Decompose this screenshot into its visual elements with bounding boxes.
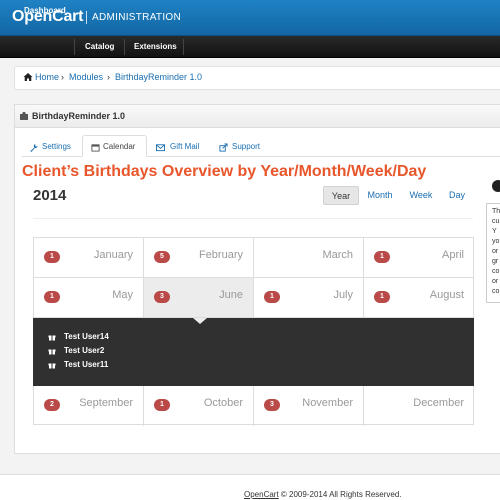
side-text-line: or — [492, 278, 499, 285]
breadcrumb-separator: › — [107, 72, 110, 82]
footer-opencart-link[interactable]: OpenCart — [244, 490, 279, 499]
birthday-count-badge: 1 — [154, 399, 170, 411]
birthday-count-badge: 1 — [44, 291, 60, 303]
brand-subtitle: ADMINISTRATION — [92, 12, 182, 23]
month-cell-september[interactable]: 2 September — [34, 386, 144, 426]
month-cell-november[interactable]: 3 November — [254, 386, 364, 426]
birthday-count-badge: 1 — [264, 291, 280, 303]
side-text-line: co — [492, 268, 500, 275]
gift-icon — [48, 349, 56, 355]
month-label: March — [322, 249, 353, 261]
view-month-button[interactable]: Month — [362, 186, 398, 205]
footer-text: © 2009-2014 All Rights Reserved. — [278, 490, 402, 499]
share-icon — [219, 143, 228, 152]
breadcrumb-modules[interactable]: Modules — [69, 72, 103, 82]
side-text-line: yo — [492, 238, 500, 245]
birthday-count-badge: 5 — [154, 251, 170, 263]
month-label: December — [413, 397, 464, 409]
brand-divider — [86, 11, 87, 24]
breadcrumb-current[interactable]: BirthdayReminder 1.0 — [115, 72, 202, 82]
view-day-button[interactable]: Day — [442, 186, 472, 205]
calendar-year-title: 2014 — [33, 187, 67, 204]
tab-settings[interactable]: Settings — [42, 142, 71, 151]
month-cell-december[interactable]: December — [364, 386, 474, 426]
side-text-line: co — [492, 288, 500, 295]
mail-icon — [156, 144, 165, 152]
event-item[interactable]: Test User2 — [64, 346, 104, 355]
tab-gift-mail[interactable]: Gift Mail — [170, 142, 199, 151]
breadcrumb-separator: › — [61, 72, 64, 82]
birthday-count-badge: 1 — [374, 291, 390, 303]
breadcrumb-home[interactable]: Home — [35, 72, 59, 82]
gift-icon — [48, 335, 56, 341]
home-icon — [23, 73, 33, 81]
nav-extensions[interactable]: Extensions — [134, 42, 177, 51]
tab-calendar[interactable]: Calendar — [103, 142, 135, 151]
month-label: February — [198, 249, 243, 261]
month-cell-july[interactable]: 1 July — [254, 278, 364, 318]
month-cell-august[interactable]: 1 August — [364, 278, 474, 318]
event-item[interactable]: Test User11 — [64, 360, 108, 369]
month-label: January — [93, 249, 133, 261]
birthday-count-badge: 1 — [44, 251, 60, 263]
side-text-line: Th — [492, 208, 500, 215]
month-label: August — [429, 289, 464, 301]
calendar-icon — [91, 144, 100, 152]
overlay-caption: Client’s Birthdays Overview by Year/Mont… — [22, 163, 427, 180]
nav-divider — [74, 39, 75, 55]
birthday-count-badge: 3 — [264, 399, 280, 411]
birthday-count-badge: 3 — [154, 291, 170, 303]
month-cell-june[interactable]: 3 June — [144, 278, 254, 318]
birthday-count-badge: 1 — [374, 251, 390, 263]
month-cell-may[interactable]: 1 May — [34, 278, 144, 318]
month-events-pointer — [193, 318, 207, 324]
month-label: November — [302, 397, 353, 409]
event-item[interactable]: Test User14 — [64, 332, 109, 341]
gift-icon — [48, 363, 56, 369]
side-text-line: or — [492, 248, 499, 255]
view-year-button[interactable]: Year — [323, 186, 359, 205]
side-text-line: cu — [492, 218, 500, 225]
month-cell-january[interactable]: 1 January — [34, 238, 144, 278]
month-cell-april[interactable]: 1 April — [364, 238, 474, 278]
divider — [33, 218, 473, 219]
nav-divider — [124, 39, 125, 55]
nav-catalog[interactable]: Catalog — [85, 42, 114, 51]
view-week-button[interactable]: Week — [403, 186, 439, 205]
module-title: BirthdayReminder 1.0 — [32, 111, 126, 121]
side-text-line: Y — [492, 228, 497, 235]
month-cell-february[interactable]: 5 February — [144, 238, 254, 278]
nav-dashboard[interactable]: Dashboard — [24, 6, 66, 15]
month-label: April — [441, 249, 464, 261]
month-label: July — [333, 289, 353, 301]
info-icon[interactable] — [492, 180, 500, 192]
side-text-line: gr — [492, 258, 499, 265]
month-label: June — [219, 289, 243, 301]
month-label: September — [79, 397, 133, 409]
month-cell-october[interactable]: 1 October — [144, 386, 254, 426]
month-label: May — [112, 289, 133, 301]
month-label: October — [203, 397, 243, 409]
footer-copyright: OpenCart © 2009-2014 All Rights Reserved… — [244, 490, 402, 499]
wrench-icon — [30, 143, 38, 152]
month-cell-march[interactable]: March — [254, 238, 364, 278]
birthday-count-badge: 2 — [44, 399, 60, 411]
tab-support[interactable]: Support — [232, 142, 260, 151]
main-nav — [0, 36, 500, 58]
nav-divider — [183, 39, 184, 55]
puzzle-icon — [20, 111, 28, 120]
